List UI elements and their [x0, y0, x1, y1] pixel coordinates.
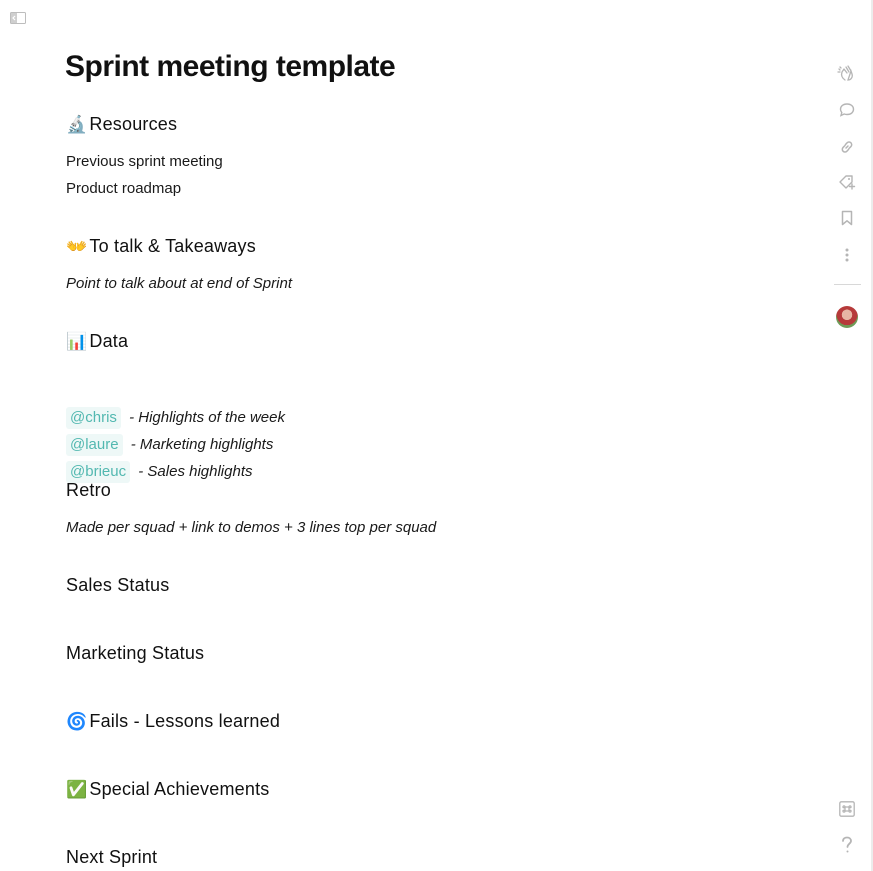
retro-note[interactable]: Made per squad + link to demos + 3 lines…: [66, 517, 436, 539]
heading-text: Next Sprint: [66, 847, 158, 867]
comment-icon: [839, 103, 855, 117]
bookmark-icon: [841, 210, 853, 226]
heading-text: Sales Status: [66, 575, 170, 595]
link-icon: [841, 141, 853, 153]
page-title[interactable]: Sprint meeting template: [65, 44, 396, 90]
data-row-text: - Sales highlights: [134, 463, 253, 480]
heading-data[interactable]: 📊 Data: [66, 329, 128, 354]
heading-text: Marketing Status: [66, 643, 205, 663]
bookmark-button[interactable]: [837, 208, 857, 228]
heading-resources[interactable]: 🔬 Resources: [66, 112, 177, 137]
check-mark-icon: ✅: [66, 780, 88, 799]
heading-sales-status[interactable]: Sales Status: [66, 573, 169, 597]
open-hands-icon: 👐: [66, 237, 88, 256]
heading-text: Resources: [89, 114, 178, 134]
data-row: @laure - Marketing highlights: [66, 434, 273, 456]
keyboard-shortcuts-button[interactable]: [837, 799, 857, 819]
heading-to-talk[interactable]: 👐 To talk & Takeaways: [66, 234, 256, 259]
help-icon: [842, 836, 852, 853]
heading-special-achievements[interactable]: ✅ Special Achievements: [66, 777, 269, 802]
heading-marketing-status[interactable]: Marketing Status: [66, 641, 204, 665]
heading-text: Special Achievements: [89, 779, 270, 799]
avatar[interactable]: [836, 306, 858, 328]
data-row-text: - Highlights of the week: [124, 409, 285, 426]
cyclone-icon: 🌀: [66, 712, 88, 731]
heading-text: To talk & Takeaways: [89, 236, 256, 256]
tag-icon: [839, 175, 856, 190]
list-item[interactable]: Product roadmap: [66, 178, 181, 200]
sidebar-toggle-button[interactable]: [10, 11, 26, 24]
talk-note[interactable]: Point to talk about at end of Sprint: [66, 273, 292, 295]
rail-divider: [834, 284, 861, 285]
heading-text: Fails - Lessons learned: [89, 711, 281, 731]
heading-fails[interactable]: 🌀 Fails - Lessons learned: [66, 709, 280, 734]
comment-button[interactable]: [837, 100, 857, 120]
heading-next-sprint[interactable]: Next Sprint: [66, 845, 157, 869]
sidebar-toggle-icon: [10, 12, 26, 24]
copy-link-button[interactable]: [837, 137, 857, 157]
data-row-text: - Marketing highlights: [126, 436, 274, 453]
heading-text: Data: [89, 331, 129, 351]
mention-chris[interactable]: @chris: [66, 407, 121, 429]
more-options-button[interactable]: [837, 245, 857, 265]
more-icon: [845, 248, 849, 262]
microscope-icon: 🔬: [66, 115, 88, 134]
mention-laure[interactable]: @laure: [66, 434, 123, 456]
add-tag-button[interactable]: [837, 172, 857, 192]
clap-icon: [837, 65, 853, 81]
data-row: @chris - Highlights of the week: [66, 407, 285, 429]
help-button[interactable]: [837, 835, 857, 855]
heading-retro[interactable]: Retro: [66, 478, 111, 502]
shortcuts-icon: [839, 801, 855, 817]
right-rail: [832, 0, 862, 871]
list-item[interactable]: Previous sprint meeting: [66, 151, 223, 173]
heading-text: Retro: [66, 480, 112, 500]
clap-button[interactable]: [837, 63, 857, 83]
bar-chart-icon: 📊: [66, 332, 88, 351]
